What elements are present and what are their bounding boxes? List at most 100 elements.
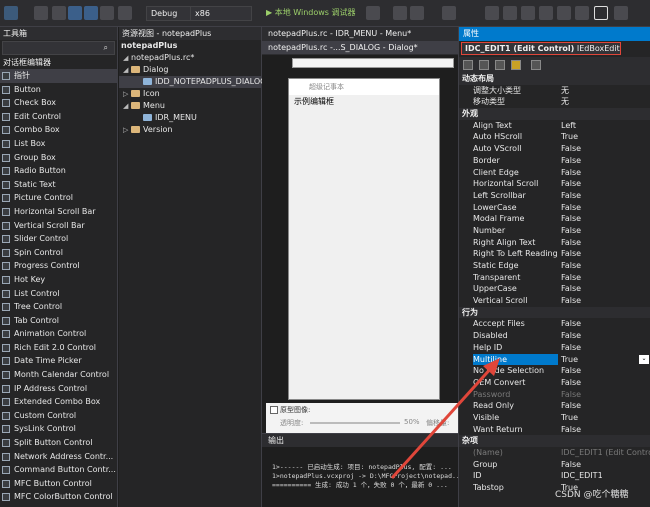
redo-icon[interactable] [118, 6, 132, 20]
property-category[interactable]: 杂项 [459, 435, 650, 447]
toolbox-item[interactable]: Progress Control [0, 259, 117, 273]
toolbar-icon-b[interactable] [393, 6, 407, 20]
tree-menu-item[interactable]: IDR_MENU [119, 112, 261, 124]
open-icon[interactable] [52, 6, 66, 20]
property-row[interactable]: Modal Frame False [459, 213, 650, 225]
property-row[interactable]: Transparent False [459, 272, 650, 284]
property-row[interactable]: Static Edge False [459, 260, 650, 272]
align-icon-5[interactable] [557, 6, 571, 20]
toolbox-item[interactable]: Spin Control [0, 246, 117, 260]
new-project-icon[interactable] [34, 6, 48, 20]
toolbox-item[interactable]: MFC ColorButton Control [0, 490, 117, 504]
toolbox-item[interactable]: Hot Key [0, 273, 117, 287]
property-row[interactable]: Number False [459, 225, 650, 237]
toolbox-item[interactable]: IP Address Control [0, 382, 117, 396]
prototype-checkbox[interactable] [270, 406, 278, 414]
property-value[interactable]: True [561, 131, 578, 143]
property-row[interactable]: Disabled False [459, 330, 650, 342]
property-value[interactable]: False [561, 260, 581, 272]
toolbar-icon-d[interactable] [442, 6, 456, 20]
property-value[interactable]: False [561, 365, 581, 377]
toolbox-item[interactable]: Picture Control [0, 191, 117, 205]
toolbox-item[interactable]: Tab Control [0, 314, 117, 328]
toolbox-item[interactable]: Radio Button [0, 164, 117, 178]
property-value[interactable]: False [561, 225, 581, 237]
toolbox-item[interactable]: Slider Control [0, 232, 117, 246]
property-row[interactable]: No Hide Selection False [459, 365, 650, 377]
property-value[interactable]: Left [561, 120, 576, 132]
properties-icon[interactable] [495, 60, 505, 70]
property-value[interactable]: 无 [561, 85, 569, 97]
dialog-preview[interactable]: 超级记事本 示例编辑框 [288, 78, 440, 400]
object-selector[interactable]: IDC_EDIT1 (Edit Control) IEdBoxEditor [461, 42, 621, 55]
tree-icon-folder[interactable]: ▷ Icon [119, 88, 261, 100]
tab-dialog[interactable]: notepadPlus.rc -...S_DIALOG - Dialog* [262, 41, 458, 54]
toolbar-icon-a[interactable] [366, 6, 380, 20]
run-debugger-button[interactable]: ▶ 本地 Windows 调试器 [262, 6, 358, 21]
toolbox-item[interactable]: Group Box [0, 151, 117, 165]
property-value[interactable]: True [561, 354, 578, 366]
property-value[interactable]: 无 [561, 96, 569, 108]
tree-rc-file[interactable]: ◢ notepadPlus.rc* [119, 52, 261, 64]
property-row[interactable]: Multiline True ⌄ [459, 353, 650, 366]
toolbox-item[interactable]: Tree Control [0, 300, 117, 314]
property-row[interactable]: Client Edge False [459, 167, 650, 179]
property-row[interactable]: Auto HScroll True [459, 131, 650, 143]
property-value[interactable]: False [561, 202, 581, 214]
property-value[interactable]: False [561, 190, 581, 202]
chevron-down-icon[interactable]: ⌄ [639, 354, 649, 364]
property-value[interactable]: False [561, 272, 581, 284]
property-row[interactable]: UpperCase False [459, 283, 650, 295]
property-value[interactable]: False [561, 213, 581, 225]
align-icon-4[interactable] [539, 6, 553, 20]
property-row[interactable]: 移动类型 无 [459, 96, 650, 108]
property-value[interactable]: False [561, 178, 581, 190]
toolbox-section-header[interactable]: 对话框编辑器 [0, 56, 117, 69]
tree-project[interactable]: notepadPlus [119, 40, 261, 52]
property-value[interactable]: False [561, 342, 581, 354]
alphabetical-icon[interactable] [479, 60, 489, 70]
property-row[interactable]: Group False [459, 459, 650, 471]
tab-menu[interactable]: notepadPlus.rc - IDR_MENU - Menu* [262, 27, 458, 40]
tree-dialog-folder[interactable]: ◢ Dialog [119, 64, 261, 76]
property-row[interactable]: Want Return False [459, 424, 650, 436]
tree-version-folder[interactable]: ▷ Version [119, 124, 261, 136]
property-row[interactable]: Vertical Scroll False [459, 295, 650, 307]
edit-control[interactable]: 示例编辑框 [294, 96, 414, 108]
toolbox-item[interactable]: 指针 [0, 69, 117, 83]
property-value[interactable]: False [561, 459, 581, 471]
property-row[interactable]: Visible True [459, 412, 650, 424]
toolbox-item[interactable]: Command Button Contr... [0, 463, 117, 477]
property-row[interactable]: Border False [459, 155, 650, 167]
save-all-icon[interactable] [84, 6, 98, 20]
toolbox-item[interactable]: Check Box [0, 96, 117, 110]
property-value[interactable]: False [561, 283, 581, 295]
property-row[interactable]: Align Text Left [459, 120, 650, 132]
property-value[interactable]: False [561, 155, 581, 167]
toolbox-item[interactable]: Horizontal Scroll Bar [0, 205, 117, 219]
property-row[interactable]: ID IDC_EDIT1 [459, 470, 650, 482]
align-icon-1[interactable] [485, 6, 499, 20]
property-value[interactable]: IDC_EDIT1 (Edit Control) [561, 447, 650, 459]
platform-select[interactable]: x86 [190, 6, 252, 21]
toolbox-item[interactable]: Button [0, 83, 117, 97]
toolbox-item[interactable]: MFC Button Control [0, 477, 117, 491]
config-select[interactable]: Debug [146, 6, 192, 21]
property-value[interactable]: IDC_EDIT1 [561, 470, 603, 482]
property-value[interactable]: False [561, 143, 581, 155]
save-icon[interactable] [68, 6, 82, 20]
property-value[interactable]: False [561, 377, 581, 389]
property-value[interactable]: False [561, 424, 581, 436]
toolbox-item[interactable]: Extended Combo Box [0, 395, 117, 409]
property-pages-icon[interactable] [531, 60, 541, 70]
back-icon[interactable] [4, 6, 18, 20]
toolbox-item[interactable]: List Box [0, 137, 117, 151]
toolbox-item[interactable]: SysLink Control [0, 422, 117, 436]
property-row[interactable]: Read Only False [459, 400, 650, 412]
toolbox-item[interactable]: Split Button Control [0, 436, 117, 450]
toolbox-search-input[interactable]: ⌕ [2, 41, 115, 55]
property-category[interactable]: 外观 [459, 108, 650, 120]
property-row[interactable]: 调整大小类型 无 [459, 85, 650, 97]
toolbox-item[interactable]: Static Text [0, 178, 117, 192]
property-category[interactable]: 动态布局 [459, 73, 650, 85]
